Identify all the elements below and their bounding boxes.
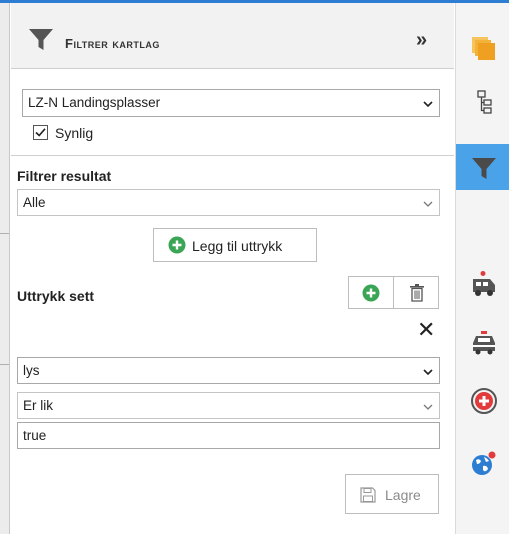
delete-expression-set-button[interactable]	[393, 276, 439, 309]
chevron-down-icon	[423, 369, 433, 376]
add-circle-icon	[362, 284, 380, 302]
globe-tab[interactable]	[456, 440, 509, 486]
save-label: Lagre	[385, 487, 421, 503]
panel-title: Filtrer kartlag	[65, 36, 160, 51]
expression-field-value: lys	[23, 363, 40, 378]
add-circle-icon	[168, 236, 186, 254]
tree-icon	[477, 90, 492, 114]
filter-result-value: Alle	[23, 195, 46, 210]
ambulance-icon	[473, 271, 495, 296]
add-expression-set-button[interactable]	[348, 276, 394, 309]
filter-result-select[interactable]: Alle	[17, 189, 440, 216]
save-disk-icon	[360, 487, 376, 503]
expression-set-label: Uttrykk sett	[17, 288, 95, 304]
police-car-icon	[473, 331, 495, 355]
add-expression-button[interactable]: Legg til uttrykk	[153, 228, 317, 262]
remove-expression-button[interactable]: ✕	[417, 317, 435, 343]
filter-icon	[472, 158, 496, 179]
layer-select[interactable]: LZ-N Landingsplasser	[22, 89, 440, 117]
expression-operator-value: Er lik	[23, 398, 53, 413]
layer-select-value: LZ-N Landingsplasser	[28, 95, 161, 110]
ambulance-tab[interactable]	[456, 260, 509, 306]
chevron-down-icon	[423, 201, 433, 207]
visible-checkbox-label: Synlig	[55, 125, 94, 141]
layers-tab[interactable]	[456, 25, 509, 71]
save-button[interactable]: Lagre	[345, 474, 439, 514]
chevron-down-icon	[423, 101, 433, 108]
filter-tab[interactable]	[456, 144, 509, 190]
layer-tree-tab[interactable]	[456, 78, 509, 124]
left-splitter[interactable]	[0, 3, 10, 534]
filter-panel: Filtrer kartlag » LZ-N Landingsplasser S…	[11, 3, 454, 534]
collapse-panel-button[interactable]: »	[416, 29, 427, 52]
add-expression-label: Legg til uttrykk	[192, 238, 283, 254]
expression-operator-select[interactable]: Er lik	[17, 392, 440, 419]
medical-cross-icon	[471, 388, 497, 414]
funnel-icon	[29, 29, 53, 50]
medical-tab[interactable]	[456, 377, 509, 423]
panel-header: Filtrer kartlag »	[11, 3, 454, 69]
splitter-grip	[0, 233, 9, 234]
police-tab[interactable]	[456, 319, 509, 365]
trash-icon	[410, 284, 424, 302]
section-divider	[11, 155, 454, 156]
expression-field-select[interactable]: lys	[17, 357, 440, 384]
globe-icon	[472, 451, 496, 475]
visible-checkbox[interactable]	[33, 125, 48, 140]
right-toolbar	[455, 3, 509, 534]
filter-result-label: Filtrer resultat	[17, 168, 112, 184]
splitter-grip	[0, 364, 9, 365]
chevron-down-icon	[423, 404, 433, 410]
checkmark-icon	[35, 128, 46, 137]
layers-icon	[472, 37, 495, 60]
expression-value-input[interactable]: true	[17, 422, 440, 449]
